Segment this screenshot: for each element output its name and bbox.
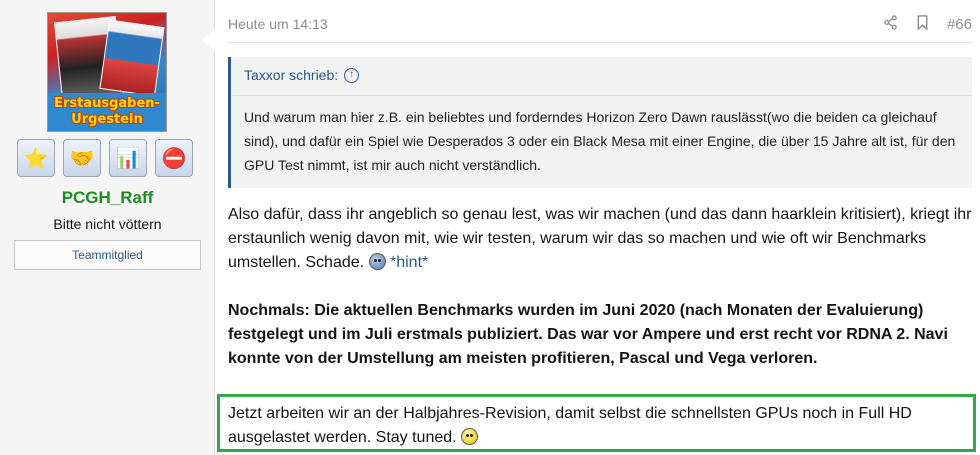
share-icon[interactable] xyxy=(883,15,898,34)
paragraph-1: Also dafür, dass ihr angeblich so genau … xyxy=(228,203,972,275)
user-title: Bitte nicht vöttern xyxy=(53,216,162,232)
avatar-banner: Erstausgaben- Urgestein xyxy=(48,93,166,131)
sidebar-arrow xyxy=(203,28,215,52)
pcgh-data-badge-icon[interactable]: 📊 xyxy=(109,139,147,177)
user-badges: ⭐ 🤝 📊 ⛔ xyxy=(17,139,193,177)
sad-smiley-icon xyxy=(368,253,386,270)
paragraph-1-text: Also dafür, dass ihr angeblich so genau … xyxy=(228,206,972,271)
user-banner: Teammitglied xyxy=(14,240,201,270)
paragraph-3: Jetzt arbeiten wir an der Halbjahres-Rev… xyxy=(228,402,972,450)
username[interactable]: PCGH_Raff xyxy=(0,188,215,208)
avatar[interactable]: Erstausgaben- Urgestein xyxy=(47,12,167,132)
paragraph-2: Nochmals: Die aktuellen Benchmarks wurde… xyxy=(228,302,948,367)
quote-text: Und warum man hier z.B. ein beliebtes un… xyxy=(244,109,956,173)
post-date[interactable]: Heute um 14:13 xyxy=(228,16,328,32)
post-number[interactable]: #66 xyxy=(947,16,972,33)
happy-smiley-icon xyxy=(461,428,479,445)
header-divider xyxy=(228,42,972,43)
star-badge-icon[interactable]: ⭐ xyxy=(17,139,55,177)
avatar-text-line1: Erstausgaben- xyxy=(54,96,160,111)
hint-link[interactable]: *hint* xyxy=(390,254,428,271)
post-header: Heute um 14:13 #66 xyxy=(228,15,972,37)
jump-to-quote-icon[interactable]: ↑ xyxy=(344,67,360,83)
quote-separator xyxy=(231,95,972,96)
quote-author[interactable]: Taxxor schrieb: xyxy=(244,67,338,83)
handshake-badge-icon[interactable]: 🤝 xyxy=(63,139,101,177)
quote-header[interactable]: Taxxor schrieb: ↑ xyxy=(244,67,360,83)
bookmark-icon[interactable] xyxy=(916,15,929,34)
no-pdp-badge-icon[interactable]: ⛔ xyxy=(155,139,193,177)
post-body: Also dafür, dass ihr angeblich so genau … xyxy=(228,203,972,371)
avatar-text-line2: Urgestein xyxy=(71,112,143,127)
post-actions: #66 xyxy=(883,15,972,34)
paragraph-3-text: Jetzt arbeiten wir an der Halbjahres-Rev… xyxy=(228,405,912,446)
user-sidebar: Erstausgaben- Urgestein ⭐ 🤝 📊 ⛔ PCGH_Raf… xyxy=(0,0,215,455)
avatar-magazine-right xyxy=(99,19,165,97)
quote-block: Taxxor schrieb: ↑ Und warum man hier z.B… xyxy=(228,57,972,188)
